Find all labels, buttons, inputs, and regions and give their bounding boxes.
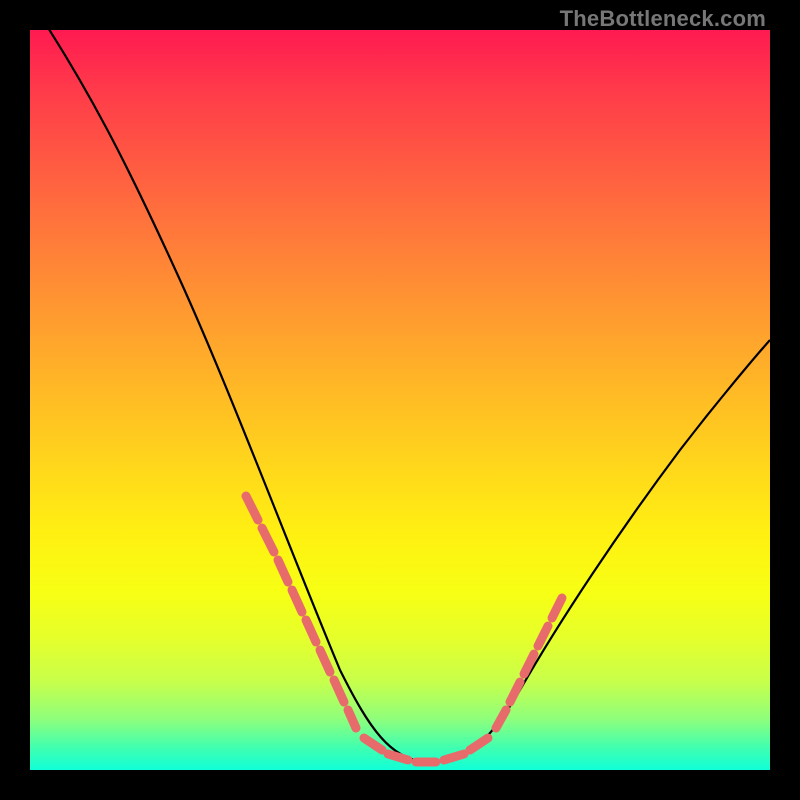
curve-layer bbox=[30, 30, 770, 770]
chart-frame: TheBottleneck.com bbox=[0, 0, 800, 800]
marker-cluster-floor bbox=[364, 738, 488, 762]
marker-cluster-left bbox=[246, 496, 356, 728]
watermark-text: TheBottleneck.com bbox=[560, 6, 766, 32]
marker-cluster-right bbox=[496, 598, 562, 728]
plot-area bbox=[30, 30, 770, 770]
bottleneck-curve bbox=[30, 30, 770, 762]
